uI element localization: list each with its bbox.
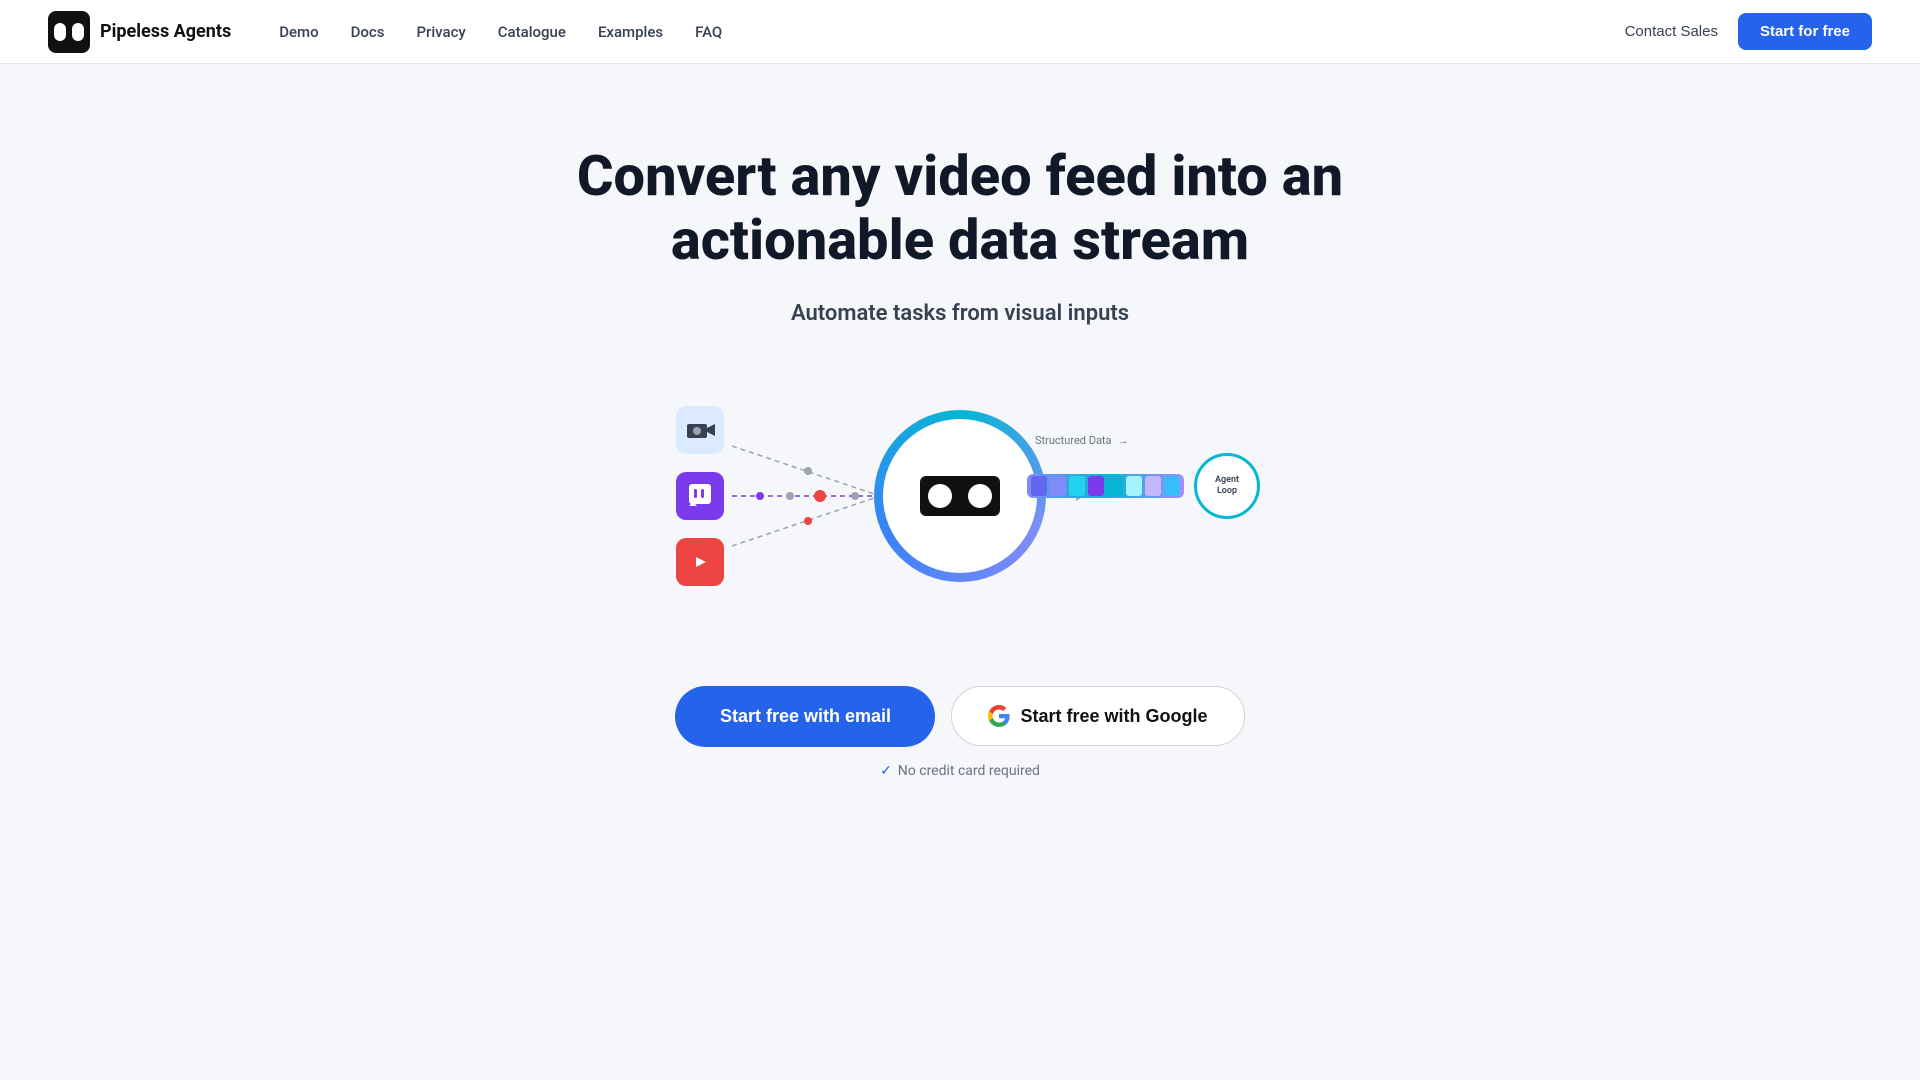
- center-logo-inner: [883, 419, 1037, 573]
- nav-right: Contact Sales Start for free: [1625, 13, 1872, 50]
- data-bar-seg-3: [1069, 476, 1085, 496]
- data-bar-seg-8: [1164, 476, 1180, 496]
- navbar: Pipeless Agents Demo Docs Privacy Catalo…: [0, 0, 1920, 64]
- agent-loop-circle: Agent Loop: [1194, 453, 1260, 519]
- agent-label-line1: Agent: [1215, 475, 1239, 486]
- hero-title: Convert any video feed into an actionabl…: [570, 144, 1350, 273]
- data-bar-seg-2: [1050, 476, 1066, 496]
- data-bar-seg-4: [1088, 476, 1104, 496]
- cta-section: Start free with email Start free with Go…: [675, 686, 1244, 779]
- nav-demo[interactable]: Demo: [279, 23, 318, 41]
- data-bar: [1027, 474, 1184, 498]
- source-icons: [676, 406, 724, 586]
- data-bar-seg-5: [1107, 476, 1123, 496]
- center-logo-icon: [920, 476, 1000, 516]
- brand-name: Pipeless Agents: [100, 21, 231, 42]
- google-g-icon: [988, 705, 1010, 727]
- check-icon: ✓: [880, 763, 892, 779]
- no-credit-label: No credit card required: [898, 763, 1040, 779]
- logo-icon: [48, 11, 90, 53]
- diagram: Structured Data → Agent: [660, 366, 1260, 626]
- agent-label-line2: Loop: [1217, 486, 1237, 497]
- contact-sales-button[interactable]: Contact Sales: [1625, 23, 1718, 40]
- nav-privacy[interactable]: Privacy: [416, 23, 465, 41]
- no-credit-row: ✓ No credit card required: [880, 763, 1040, 779]
- nav-logo[interactable]: Pipeless Agents: [48, 11, 231, 53]
- right-section: Structured Data → Agent: [1027, 434, 1260, 519]
- data-bar-seg-1: [1031, 476, 1047, 496]
- hero-subtitle: Automate tasks from visual inputs: [791, 301, 1129, 326]
- google-button-label: Start free with Google: [1020, 706, 1207, 727]
- nav-faq[interactable]: FAQ: [695, 23, 722, 41]
- arrow-right-label: →: [1118, 434, 1129, 447]
- data-bar-seg-6: [1126, 476, 1142, 496]
- nav-catalogue[interactable]: Catalogue: [498, 23, 566, 41]
- data-bar-seg-7: [1145, 476, 1161, 496]
- twitch-source-icon: [676, 472, 724, 520]
- camera-source-icon: [676, 406, 724, 454]
- start-free-email-button[interactable]: Start free with email: [675, 686, 935, 747]
- nav-links: Demo Docs Privacy Catalogue Examples FAQ: [279, 22, 722, 41]
- cta-buttons: Start free with email Start free with Go…: [675, 686, 1244, 747]
- start-for-free-button[interactable]: Start for free: [1738, 13, 1872, 50]
- center-logo-wrapper: [874, 410, 1046, 582]
- hero-section: Convert any video feed into an actionabl…: [0, 64, 1920, 839]
- nav-docs[interactable]: Docs: [351, 23, 385, 41]
- structured-data-label: Structured Data: [1035, 434, 1112, 447]
- start-free-google-button[interactable]: Start free with Google: [951, 686, 1244, 746]
- youtube-source-icon: [676, 538, 724, 586]
- nav-examples[interactable]: Examples: [598, 23, 663, 41]
